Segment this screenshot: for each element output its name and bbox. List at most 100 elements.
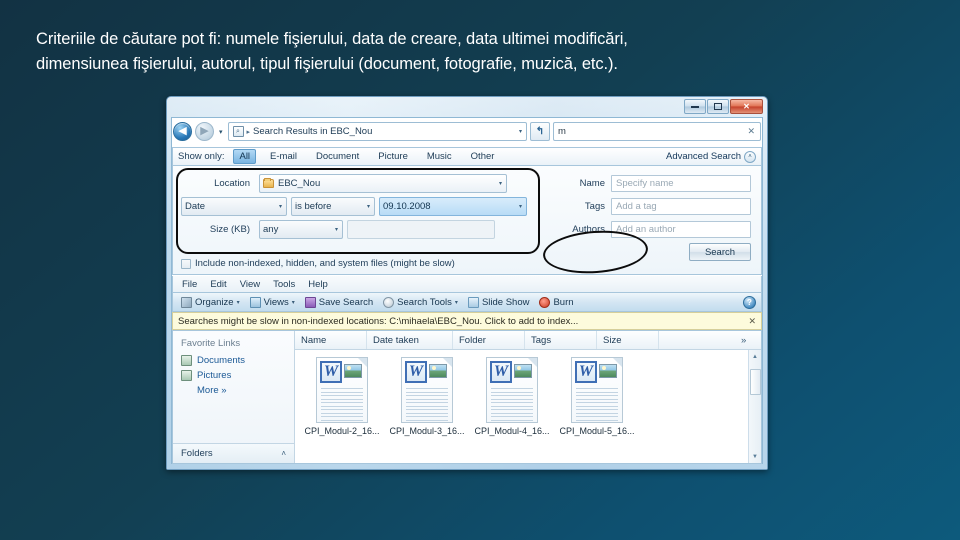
clear-search-icon[interactable]: ✕ — [747, 126, 755, 137]
document-lines-icon — [576, 388, 618, 421]
search-button-area: Search — [541, 227, 751, 277]
scrollbar-thumb[interactable] — [749, 369, 761, 395]
sidebar-more-link[interactable]: More » — [173, 383, 294, 398]
list-item[interactable]: W CPI_Modul-2_16... — [304, 357, 380, 436]
close-button[interactable]: ✕ — [730, 99, 763, 114]
file-grid: W CPI_Modul-2_16... W CPI_Modul-3_16... — [295, 350, 761, 463]
forward-button[interactable]: ▶ — [195, 122, 214, 141]
filter-chip-document[interactable]: Document — [311, 150, 364, 163]
minimize-button[interactable] — [684, 99, 706, 114]
word-document-thumbnail: W — [316, 357, 368, 423]
size-operator-combo[interactable]: any ▾ — [259, 220, 343, 239]
size-value-input[interactable] — [347, 220, 495, 239]
include-nonindexed-checkbox[interactable] — [181, 258, 191, 269]
document-lines-icon — [491, 388, 533, 421]
chevron-down-icon: ▾ — [454, 299, 458, 306]
chevron-up-icon[interactable]: ˄ — [281, 449, 286, 458]
help-icon[interactable]: ? — [743, 295, 756, 309]
menu-item-view[interactable]: View — [240, 279, 260, 290]
column-header-tags[interactable]: Tags — [525, 331, 597, 349]
chevron-down-icon[interactable]: ▾ — [499, 180, 502, 187]
menu-item-help[interactable]: Help — [308, 279, 328, 290]
slide-show-label: Slide Show — [481, 296, 530, 308]
history-dropdown-button[interactable]: ▾ — [217, 128, 225, 136]
column-header-folder[interactable]: Folder — [453, 331, 525, 349]
authors-placeholder: Add an author — [616, 223, 676, 235]
list-item[interactable]: W CPI_Modul-5_16... — [559, 357, 635, 436]
date-value: 09.10.2008 — [383, 201, 431, 212]
slide-show-button[interactable]: Slide Show — [465, 296, 533, 309]
list-item[interactable]: W CPI_Modul-3_16... — [389, 357, 465, 436]
search-input[interactable]: m ✕ — [553, 122, 761, 141]
chevron-down-icon[interactable]: ▾ — [279, 203, 282, 210]
authors-field[interactable]: Add an author — [611, 220, 751, 238]
filter-chip-email[interactable]: E-mail — [265, 150, 302, 163]
refresh-button[interactable]: ↰ — [530, 122, 550, 141]
index-notification-bar[interactable]: Searches might be slow in non-indexed lo… — [172, 312, 762, 330]
views-label: Views — [263, 296, 289, 308]
column-header-more[interactable]: » — [735, 331, 761, 349]
chevron-down-icon[interactable]: ▾ — [519, 203, 522, 210]
save-search-button[interactable]: Save Search — [302, 296, 376, 309]
advanced-search-toggle[interactable]: Advanced Search ˄ — [666, 150, 756, 163]
size-label: Size (KB) — [209, 224, 250, 235]
search-tools-label: Search Tools — [397, 296, 452, 308]
image-preview-icon — [599, 364, 617, 378]
word-icon: W — [320, 361, 342, 383]
word-document-thumbnail: W — [486, 357, 538, 423]
advanced-search-right-column: Name Specify name Tags Add a tag Authors… — [541, 174, 751, 277]
menu-item-file[interactable]: File — [182, 279, 197, 290]
organize-button[interactable]: Organize ▾ — [178, 296, 243, 309]
name-field[interactable]: Specify name — [611, 174, 751, 192]
size-operator-value: any — [263, 224, 279, 235]
command-toolbar: Organize ▾ Views ▾ Save Search Search To… — [172, 292, 762, 312]
menu-item-tools[interactable]: Tools — [273, 279, 295, 290]
vertical-scrollbar[interactable]: ▲ ▼ — [748, 350, 761, 463]
chevron-down-icon[interactable]: ▾ — [367, 203, 370, 210]
sidebar-item-documents[interactable]: Documents — [173, 353, 294, 368]
views-icon — [249, 296, 261, 308]
chevron-up-icon[interactable]: ˄ — [744, 150, 756, 163]
tags-field[interactable]: Add a tag — [611, 197, 751, 215]
scroll-up-icon[interactable]: ▲ — [749, 350, 761, 363]
column-headers: Name Date taken Folder Tags Size » — [295, 331, 761, 350]
close-icon[interactable]: ✕ — [748, 316, 756, 327]
date-value-combo[interactable]: 09.10.2008 ▾ — [379, 197, 527, 216]
search-tools-button[interactable]: Search Tools ▾ — [380, 296, 461, 309]
chevron-down-icon[interactable]: ▾ — [519, 128, 522, 135]
column-header-date-taken[interactable]: Date taken — [367, 331, 453, 349]
scroll-down-icon[interactable]: ▼ — [749, 450, 761, 463]
size-row: Size (KB) any ▾ — [181, 220, 533, 239]
filter-chip-music[interactable]: Music — [422, 150, 457, 163]
show-only-bar: Show only: All E-mail Document Picture M… — [172, 147, 762, 165]
location-combo[interactable]: EBC_Nou ▾ — [259, 174, 507, 193]
chevron-down-icon[interactable]: ▾ — [335, 226, 338, 233]
word-icon: W — [405, 361, 427, 383]
menu-item-edit[interactable]: Edit — [210, 279, 226, 290]
list-item[interactable]: W CPI_Modul-4_16... — [474, 357, 550, 436]
folders-section-header[interactable]: Folders ˄ — [173, 443, 294, 463]
filter-chip-all[interactable]: All — [233, 149, 257, 164]
column-header-name[interactable]: Name — [295, 331, 367, 349]
location-label: Location — [214, 178, 250, 189]
views-button[interactable]: Views ▾ — [247, 296, 298, 309]
date-field-combo[interactable]: Date ▾ — [181, 197, 287, 216]
sidebar-item-pictures[interactable]: Pictures — [173, 368, 294, 383]
menu-bar: File Edit View Tools Help — [172, 276, 762, 292]
include-nonindexed-row[interactable]: Include non-indexed, hidden, and system … — [181, 258, 455, 269]
maximize-button[interactable] — [707, 99, 729, 114]
address-bar[interactable]: ⌕ ▸ Search Results in EBC_Nou ▾ — [227, 122, 527, 141]
date-operator-combo[interactable]: is before ▾ — [291, 197, 375, 216]
advanced-search-left-column: Location EBC_Nou ▾ Date ▾ is before ▾ 09… — [181, 174, 533, 243]
filter-chip-picture[interactable]: Picture — [373, 150, 413, 163]
image-preview-icon — [429, 364, 447, 378]
search-tools-icon — [383, 296, 395, 308]
pictures-icon — [181, 370, 192, 381]
filter-chip-other[interactable]: Other — [466, 150, 500, 163]
tags-placeholder: Add a tag — [616, 200, 657, 212]
back-button[interactable]: ◀ — [173, 122, 192, 141]
word-icon: W — [490, 361, 512, 383]
search-button[interactable]: Search — [689, 243, 751, 261]
burn-button[interactable]: Burn — [536, 296, 576, 309]
column-header-size[interactable]: Size — [597, 331, 659, 349]
